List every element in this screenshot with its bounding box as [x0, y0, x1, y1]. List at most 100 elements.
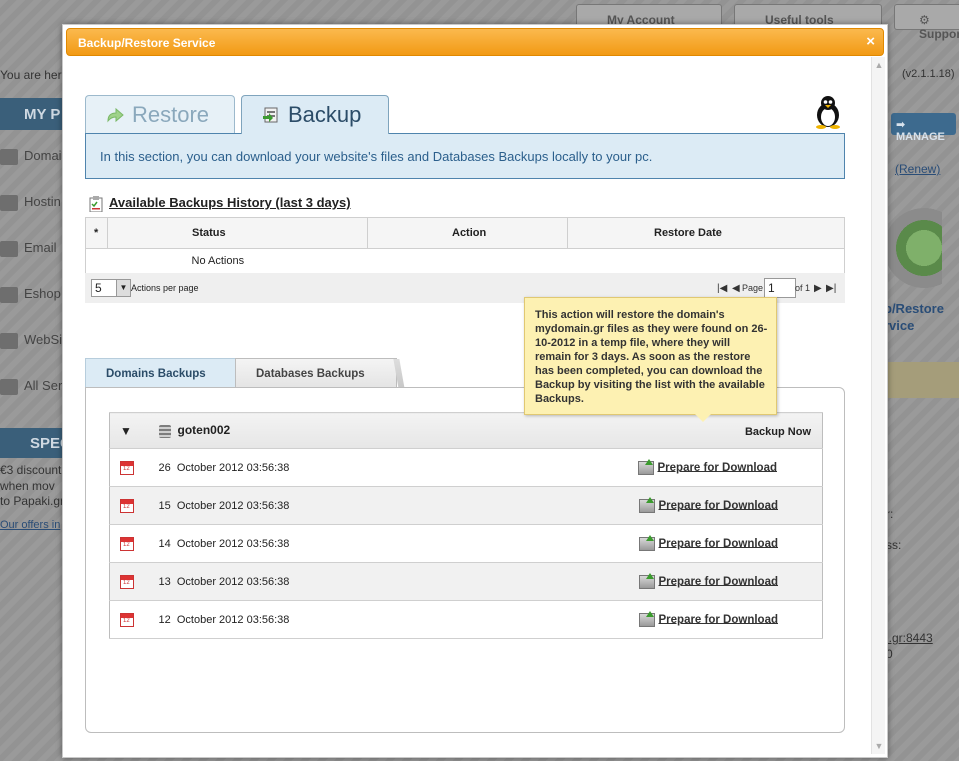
prepare-download-cell: Prepare for Download	[637, 600, 823, 639]
prepare-download-link[interactable]: Prepare for Download	[659, 613, 779, 625]
per-page-select[interactable]: 5 ▼	[91, 279, 131, 297]
backup-day: 15	[158, 499, 171, 512]
calendar-cell	[109, 448, 158, 487]
close-icon[interactable]: ×	[866, 34, 875, 50]
backup-datetime: October 2012 03:56:38	[176, 537, 290, 550]
modal-scrollbar[interactable]: ▲ ▼	[871, 57, 885, 754]
cell-action	[367, 248, 568, 274]
page-input[interactable]: 1	[764, 278, 796, 298]
page-of-label: of 1	[795, 283, 811, 293]
special-text: to Papaki.gr	[0, 494, 62, 508]
restore-tooltip: This action will restore the domain's my…	[524, 297, 777, 422]
panel-link[interactable]: i.gr:8443	[886, 631, 933, 645]
per-page-label: Actions per page	[131, 283, 199, 293]
download-icon	[638, 610, 655, 627]
backup-now-button[interactable]: Backup Now	[637, 412, 823, 449]
website-icon	[0, 332, 18, 349]
support-label: Support	[919, 27, 959, 41]
clipboard-icon	[89, 195, 103, 212]
cell-star	[85, 248, 108, 274]
backup-date: 26 October 2012 03:56:38	[157, 448, 638, 487]
last-page-icon[interactable]: ▶|	[826, 283, 836, 294]
backup-datetime: October 2012 03:56:38	[176, 461, 290, 474]
calendar-cell	[109, 600, 158, 639]
first-page-icon[interactable]: |◀	[717, 283, 727, 294]
my-panel-heading: MY P	[0, 98, 62, 130]
backup-restore-label-line: p/Restore	[884, 301, 944, 316]
special-text: when mov	[0, 479, 55, 493]
next-page-icon[interactable]: ▶	[814, 283, 822, 294]
info-message: In this section, you can download your w…	[85, 133, 845, 179]
info-label: ss:	[886, 538, 902, 552]
database-icon	[158, 424, 171, 438]
calendar-icon	[120, 460, 134, 475]
download-icon	[638, 572, 655, 589]
triangle-down-icon: ▼	[120, 423, 132, 438]
sidebar-item-website[interactable]: WebSi	[0, 332, 62, 349]
backup-restore-icon	[884, 208, 942, 288]
prepare-download-link[interactable]: Prepare for Download	[659, 575, 779, 587]
scroll-down-icon[interactable]: ▼	[874, 741, 884, 751]
collapse-toggle[interactable]: ▼	[109, 412, 158, 449]
prepare-download-link[interactable]: Prepare for Download	[658, 461, 778, 473]
special-heading: SPEC	[0, 428, 71, 458]
special-text: €3 discount	[0, 463, 62, 477]
support-button[interactable]: ⚙ Support	[894, 4, 959, 41]
table-row: 13 October 2012 03:56:38 Prepare for Dow…	[109, 562, 823, 601]
backup-day: 13	[158, 575, 171, 588]
sidebar-item-domains[interactable]: Domai	[0, 148, 62, 165]
table-row: 15 October 2012 03:56:38 Prepare for Dow…	[109, 486, 823, 525]
gear-icon: ⚙	[919, 13, 930, 27]
prepare-download-link[interactable]: Prepare for Download	[659, 537, 779, 549]
calendar-cell	[109, 524, 158, 563]
version-label: (v2.1.1.18)	[902, 68, 955, 80]
backup-day: 12	[158, 613, 171, 626]
domain-name: goten002	[177, 423, 231, 438]
backup-date: 15 October 2012 03:56:38	[157, 486, 638, 525]
table-row: 14 October 2012 03:56:38 Prepare for Dow…	[109, 524, 823, 563]
prepare-download-cell: Prepare for Download	[637, 562, 823, 601]
domain-header-row: ▼ goten002 Backup Now	[109, 412, 823, 449]
tab-backup[interactable]: Backup	[241, 95, 389, 134]
backup-datetime: October 2012 03:56:38	[176, 613, 290, 626]
tab-databases-backups[interactable]: Databases Backups	[235, 358, 397, 388]
calendar-icon	[120, 536, 134, 551]
column-header: Status	[107, 217, 368, 249]
prepare-download-link[interactable]: Prepare for Download	[659, 499, 779, 511]
column-header: *	[85, 217, 108, 249]
chevron-down-icon[interactable]: ▼	[116, 280, 130, 296]
sidebar-item-all-services[interactable]: All Ser	[0, 378, 62, 395]
renew-link[interactable]: (Renew)	[895, 162, 940, 176]
calendar-cell	[109, 486, 158, 525]
backup-day: 26	[158, 461, 171, 474]
tab-restore-label: Restore	[132, 102, 210, 127]
sidebar-item-eshop[interactable]: Eshop	[0, 286, 62, 303]
manage-button[interactable]: ➡ MANAGE	[891, 113, 956, 143]
sidebar-item-email[interactable]: Email	[0, 240, 62, 257]
download-icon	[637, 458, 654, 475]
tab-restore[interactable]: Restore	[85, 95, 235, 133]
offers-link[interactable]: Our offers in	[0, 519, 62, 531]
sidebar-item-hosting[interactable]: Hostin	[0, 194, 62, 211]
per-page-value: 5	[95, 281, 102, 295]
backup-now-label: Backup Now	[744, 425, 811, 438]
calendar-cell	[109, 562, 158, 601]
backup-date: 14 October 2012 03:56:38	[157, 524, 638, 563]
sidebar-label: WebSi	[24, 332, 62, 347]
backup-restore-label-line: rvice	[884, 318, 915, 333]
table-row: 26 October 2012 03:56:38 Prepare for Dow…	[109, 448, 823, 487]
prev-page-icon[interactable]: ◀	[732, 283, 740, 294]
calendar-icon	[120, 574, 134, 589]
table-row: No Actions	[85, 248, 845, 274]
backup-day: 14	[158, 537, 171, 550]
column-header: Restore Date	[567, 217, 845, 249]
calendar-icon	[120, 612, 134, 627]
modal-title: Backup/Restore Service	[78, 36, 216, 50]
scroll-up-icon[interactable]: ▲	[874, 60, 884, 70]
sidebar-label: Eshop	[24, 286, 61, 301]
notice-strip	[886, 362, 959, 398]
manage-label: MANAGE	[896, 131, 945, 143]
table-row: 12 October 2012 03:56:38 Prepare for Dow…	[109, 600, 823, 639]
domains-icon	[0, 148, 18, 165]
tab-domains-backups[interactable]: Domains Backups	[85, 358, 237, 388]
